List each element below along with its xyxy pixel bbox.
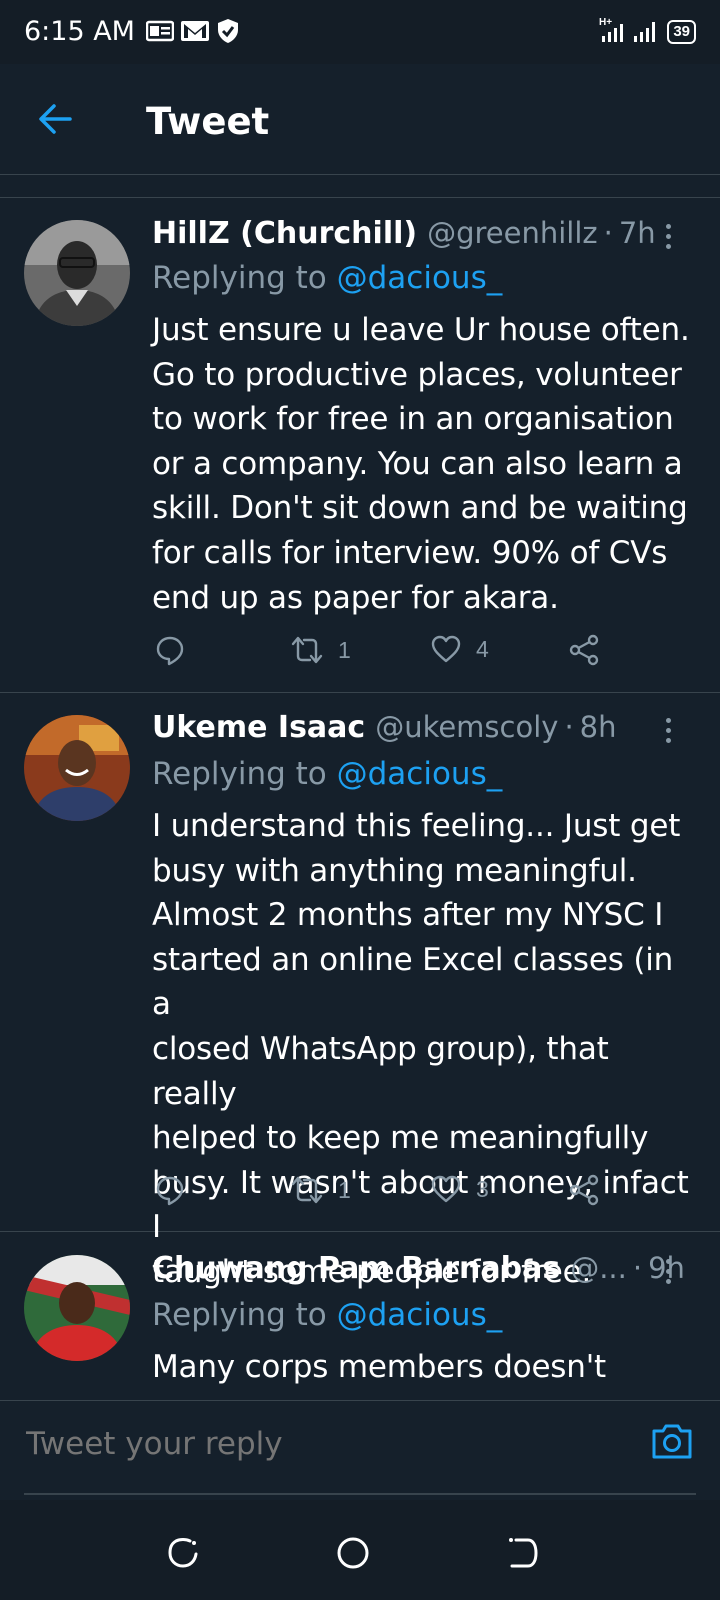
retweet-icon [291,636,323,664]
text-line: for calls for interview. 90% of CVs [152,534,668,571]
text-line: I understand this feeling... Just get [152,808,681,844]
text-line: helped to keep me meaningfully [152,1120,649,1157]
tweet-header: Ukeme Isaac @ukemscoly · 8h [152,710,617,745]
heart-icon [431,635,461,663]
outlook-icon [146,20,174,42]
svg-text:H+: H+ [599,17,612,28]
retweet-count: 1 [338,1176,351,1203]
more-options-icon[interactable] [666,1259,672,1284]
app-bar: Tweet [0,64,720,175]
share-button[interactable] [568,634,600,666]
tweet-text: I understand this feeling... Just get bu… [152,804,697,1295]
like-count: 4 [476,635,489,662]
text-line: Just ensure u leave Ur house often. [152,312,690,348]
signal-icon [634,22,656,42]
recent-apps-icon[interactable] [166,1536,200,1570]
share-button[interactable] [568,1174,600,1206]
share-icon [569,1174,599,1206]
replying-to-label: Replying to [152,756,337,792]
tweet-actions: 1 3 [0,1174,720,1214]
notification-icons [146,18,240,44]
replying-to: Replying to @dacious_ [152,1297,502,1333]
retweet-button[interactable]: 1 [290,634,351,666]
system-nav-bar [0,1500,720,1600]
more-options-icon[interactable] [666,718,672,743]
like-count: 3 [476,1175,489,1202]
text-line: Go to productive places, volunteer [152,356,682,393]
like-button[interactable]: 3 [430,1174,489,1204]
author-handle[interactable]: @ukemscoly [375,710,558,744]
replying-to-label: Replying to [152,260,337,296]
author-handle[interactable]: @greenhillz [427,216,598,250]
tweet-header: Chuwang Pam Barnabas @... · 9h [152,1251,685,1286]
tweet-actions: 1 4 [0,634,720,674]
text-line: Almost 2 months after my NYSC I [152,897,664,934]
reply-tweet[interactable]: Chuwang Pam Barnabas @... · 9h Replying … [0,1231,720,1400]
retweet-icon [291,1176,323,1204]
status-time: 6:15 AM [24,16,135,47]
text-line: to work for free in an organisation [152,401,674,438]
tweet-text: Just ensure u leave Ur house often. Go t… [152,308,697,620]
mention-link[interactable]: @dacious_ [337,756,503,792]
text-line: Many corps members doesn't [152,1349,606,1385]
text-line: or a company. You can also learn a [152,445,683,482]
share-icon [569,634,599,666]
tweet-header: HillZ (Churchill) @greenhillz · 7h [152,216,656,251]
author-name[interactable]: Chuwang Pam Barnabas [152,1251,560,1286]
reply-tweet[interactable]: Ukeme Isaac @ukemscoly · 8h Replying to … [0,692,720,1290]
heart-icon [431,1175,461,1203]
replying-to: Replying to @dacious_ [152,756,502,792]
status-bar: 6:15 AM H+ 39 [0,0,720,64]
reply-icon [156,1176,184,1206]
back-nav-icon[interactable] [506,1536,540,1570]
more-options-icon[interactable] [666,224,672,249]
mobile-data-icon: H+ [599,17,624,42]
separator-dot: · [632,1251,643,1285]
text-line: busy with anything meaningful. [152,852,637,889]
text-line: started an online Excel classes (in a [152,941,674,1023]
status-right-icons: H+ 39 [599,16,696,44]
separator-dot: · [564,710,574,744]
tweet-time: 7h [618,216,656,250]
shield-icon [218,19,238,43]
replying-to: Replying to @dacious_ [152,260,502,296]
text-line: closed WhatsApp group), that really [152,1030,609,1112]
mention-link[interactable]: @dacious_ [337,1297,503,1333]
text-line: skill. Don't sit down and be waiting [152,490,688,527]
reply-button[interactable] [154,634,186,666]
separator-dot: · [603,216,613,250]
reply-tweet[interactable]: HillZ (Churchill) @greenhillz · 7h Reply… [0,198,720,693]
replying-to-label: Replying to [152,1297,337,1333]
tweet-text: Many corps members doesn't [152,1345,697,1390]
avatar[interactable] [24,1255,130,1361]
reply-composer [0,1400,720,1501]
home-icon[interactable] [336,1536,370,1570]
avatar[interactable] [24,220,130,326]
reply-input[interactable] [24,1413,628,1475]
camera-icon[interactable] [650,1419,694,1463]
battery-indicator: 39 [667,20,696,44]
page-title: Tweet [146,100,270,143]
tweet-time: 8h [579,710,617,744]
author-name[interactable]: HillZ (Churchill) [152,216,417,251]
like-button[interactable]: 4 [430,634,489,664]
mention-link[interactable]: @dacious_ [337,260,503,296]
avatar[interactable] [24,715,130,821]
retweet-count: 1 [338,636,351,663]
retweet-button[interactable]: 1 [290,1174,351,1206]
reply-button[interactable] [154,1174,186,1206]
text-line: end up as paper for akara. [152,579,559,616]
back-arrow-icon[interactable] [36,100,74,138]
author-name[interactable]: Ukeme Isaac [152,710,365,745]
author-handle[interactable]: @... [570,1251,627,1285]
reply-icon [156,636,184,666]
gmail-icon [181,21,209,41]
input-underline [24,1493,696,1495]
